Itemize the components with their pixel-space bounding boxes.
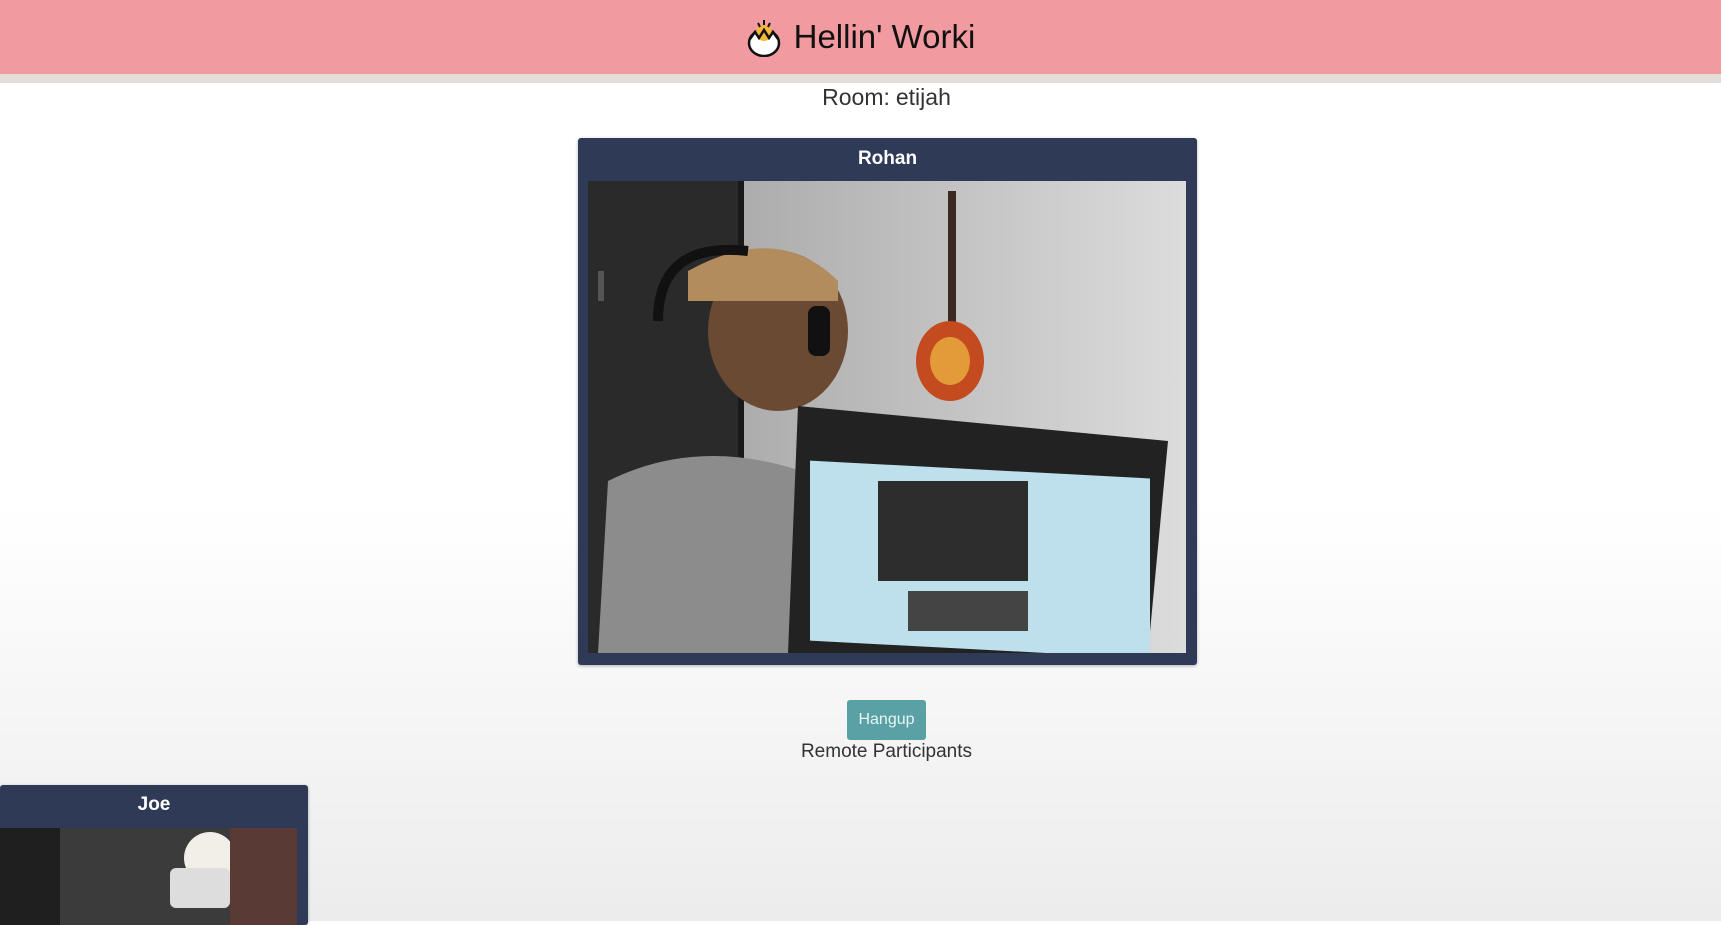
participant-name: Joe	[137, 794, 171, 815]
brand: Hellin' Worki	[746, 17, 976, 57]
app-header: Hellin' Worki	[0, 0, 1721, 83]
participant-video	[588, 181, 1186, 653]
remote-participants-heading: Remote Participants	[800, 741, 973, 762]
participant-tile-remote: Joe	[0, 785, 308, 925]
room-info: Room: etijah	[0, 84, 1721, 111]
app-title: Hellin' Worki	[793, 18, 976, 55]
hangup-button[interactable]: Hangup	[847, 700, 926, 740]
room-name: etijah	[895, 84, 951, 110]
participant-name: Rohan	[857, 148, 918, 169]
hatching-chick-icon	[747, 20, 780, 57]
participant-tile-local: Rohan	[578, 138, 1197, 665]
participant-video	[0, 828, 297, 925]
room-label: Room:	[822, 84, 890, 110]
